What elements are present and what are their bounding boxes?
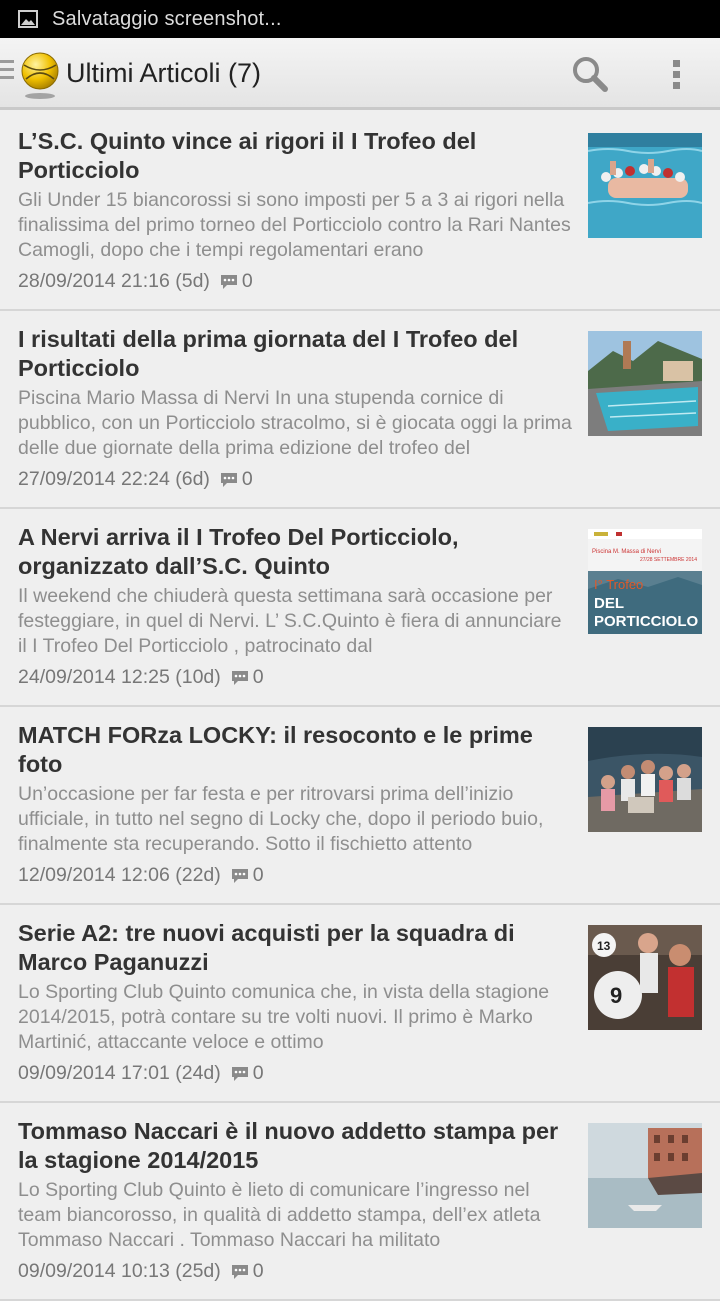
article-title[interactable]: I risultati della prima giornata del I T… (18, 325, 570, 383)
comment-count: 0 (252, 666, 264, 688)
article-date: 28/09/2014 21:16 (5d) (18, 270, 210, 292)
comment-count: 0 (241, 270, 253, 292)
drawer-icon[interactable] (0, 60, 14, 90)
article-date: 27/09/2014 22:24 (6d) (18, 468, 210, 490)
comment-count: 0 (252, 864, 264, 886)
article-thumbnail[interactable] (588, 727, 702, 832)
article-meta: 12/09/2014 12:06 (22d) 0 (18, 864, 264, 887)
article-thumbnail[interactable]: Piscina M. Massa di Nervi 27/28 SETTEMBR… (588, 529, 702, 634)
article-item[interactable]: MATCH FORza LOCKY: il resoconto e le pri… (0, 707, 720, 905)
poster-venue: Piscina M. Massa di Nervi (592, 549, 661, 555)
article-excerpt: Lo Sporting Club Quinto è lieto di comun… (18, 1179, 541, 1251)
overflow-menu-icon[interactable] (662, 54, 692, 94)
article-thumbnail[interactable] (588, 1123, 702, 1228)
article-meta: 27/09/2014 22:24 (6d) 0 (18, 468, 253, 491)
article-date: 12/09/2014 12:06 (22d) (18, 864, 221, 886)
article-title[interactable]: L’S.C. Quinto vince ai rigori il I Trofe… (18, 127, 570, 185)
poster-del: DEL (594, 595, 624, 612)
article-item[interactable]: L’S.C. Quinto vince ai rigori il I Trofe… (0, 113, 720, 311)
article-title[interactable]: MATCH FORza LOCKY: il resoconto e le pri… (18, 721, 570, 779)
article-date: 09/09/2014 17:01 (24d) (18, 1062, 221, 1084)
comment-icon (219, 273, 239, 291)
poster-dates: 27/28 SETTEMBRE 2014 (640, 557, 697, 563)
poster-trofeo: I° Trofeo (594, 577, 643, 592)
comment-icon (230, 867, 250, 885)
article-item[interactable]: Tommaso Naccari è il nuovo addetto stamp… (0, 1103, 720, 1301)
article-title[interactable]: A Nervi arriva il I Trofeo Del Porticcio… (18, 523, 570, 581)
article-meta: 24/09/2014 12:25 (10d) 0 (18, 666, 264, 689)
cap-number: 13 (597, 939, 611, 953)
article-excerpt: Gli Under 15 biancorossi si sono imposti… (18, 189, 571, 261)
article-title[interactable]: Tommaso Naccari è il nuovo addetto stamp… (18, 1117, 570, 1175)
comment-icon (230, 1065, 250, 1083)
action-bar: Ultimi Articoli (7) (0, 38, 720, 110)
article-thumbnail[interactable] (588, 331, 702, 436)
cap-number: 9 (610, 983, 622, 1008)
article-item[interactable]: Serie A2: tre nuovi acquisti per la squa… (0, 905, 720, 1103)
comment-count: 0 (252, 1062, 264, 1084)
comment-count: 0 (241, 468, 253, 490)
comment-icon (230, 669, 250, 687)
status-bar: Salvataggio screenshot... (0, 0, 720, 38)
article-list: L’S.C. Quinto vince ai rigori il I Trofe… (0, 113, 720, 1301)
article-meta: 09/09/2014 17:01 (24d) 0 (18, 1062, 264, 1085)
search-icon[interactable] (570, 54, 610, 94)
article-title[interactable]: Serie A2: tre nuovi acquisti per la squa… (18, 919, 570, 977)
article-excerpt: Il weekend che chiuderà questa settimana… (18, 585, 562, 657)
article-thumbnail[interactable]: 13 9 (588, 925, 702, 1030)
status-notification-text: Salvataggio screenshot... (52, 7, 282, 30)
article-excerpt: Lo Sporting Club Quinto comunica che, in… (18, 981, 550, 1053)
page-title: Ultimi Articoli (7) (66, 58, 262, 88)
water-polo-ball-logo[interactable] (20, 51, 62, 101)
article-date: 24/09/2014 12:25 (10d) (18, 666, 221, 688)
comment-icon (230, 1263, 250, 1281)
article-excerpt: Un’occasione per far festa e per ritrova… (18, 783, 544, 855)
article-meta: 28/09/2014 21:16 (5d) 0 (18, 270, 253, 293)
article-item[interactable]: A Nervi arriva il I Trofeo Del Porticcio… (0, 509, 720, 707)
article-thumbnail[interactable] (588, 133, 702, 238)
poster-porticciolo: PORTICCIOLO (594, 613, 698, 630)
article-item[interactable]: I risultati della prima giornata del I T… (0, 311, 720, 509)
comment-icon (219, 471, 239, 489)
image-notification-icon (18, 9, 38, 29)
article-excerpt: Piscina Mario Massa di Nervi In una stup… (18, 387, 572, 459)
